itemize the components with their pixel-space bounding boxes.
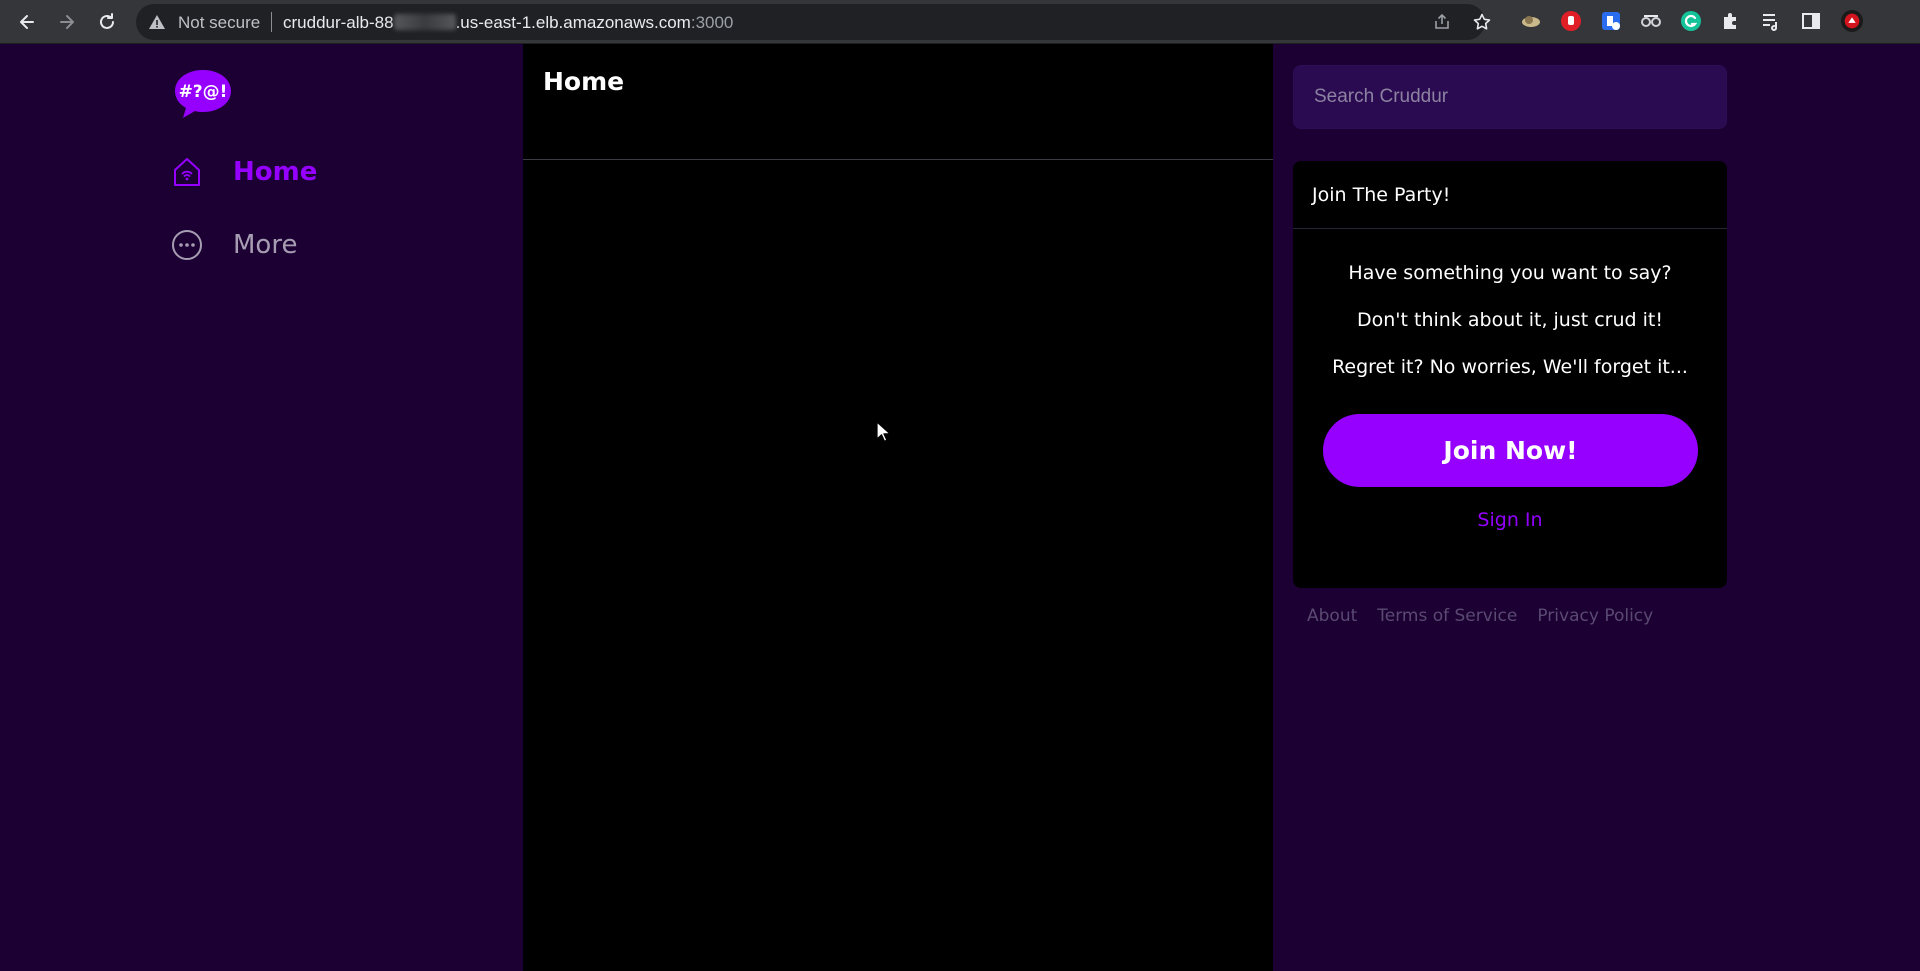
search-input[interactable] xyxy=(1293,65,1727,129)
forward-button[interactable] xyxy=(53,8,81,36)
extensions-button[interactable] xyxy=(1720,10,1742,32)
grammarly-icon xyxy=(1681,11,1701,31)
cruddur-app: #?@! Home More Home Search Cruddur Join … xyxy=(0,44,1920,971)
nav-item-home[interactable]: Home xyxy=(170,150,317,194)
extension-icon-3[interactable] xyxy=(1600,10,1622,32)
nav-home-label: Home xyxy=(233,157,318,187)
address-bar[interactable]: Not secure cruddur-alb-88 .us-east-1.elb.… xyxy=(136,4,1491,40)
cruddur-logo[interactable]: #?@! xyxy=(172,68,234,120)
security-label[interactable]: Not secure xyxy=(178,13,260,33)
extension-icon-1[interactable] xyxy=(1520,10,1542,32)
reading-list-button[interactable] xyxy=(1760,10,1782,32)
glasses-extension-icon xyxy=(1641,15,1661,27)
profile-button[interactable] xyxy=(1841,10,1863,32)
logo-text: #?@! xyxy=(179,82,228,102)
address-separator xyxy=(271,12,272,32)
join-card: Join The Party! Have something you want … xyxy=(1293,161,1727,588)
sign-in-link[interactable]: Sign In xyxy=(1293,509,1727,531)
join-text-line-3: Regret it? No worries, We'll forget it..… xyxy=(1332,356,1688,378)
right-sidebar: Join The Party! Have something you want … xyxy=(1273,44,1920,971)
join-text-line-2: Don't think about it, just crud it! xyxy=(1357,309,1663,331)
footer-terms-link[interactable]: Terms of Service xyxy=(1377,606,1517,626)
snail-extension-icon xyxy=(1522,16,1540,27)
feed-header: Home xyxy=(523,44,1273,160)
browser-toolbar: Not secure cruddur-alb-88 .us-east-1.elb.… xyxy=(0,0,1920,44)
reload-button[interactable] xyxy=(93,8,121,36)
url-text[interactable]: cruddur-alb-88 .us-east-1.elb.amazonaws.c… xyxy=(283,13,733,33)
join-card-title: Join The Party! xyxy=(1293,161,1727,229)
nav-more-label: More xyxy=(233,230,298,260)
back-icon xyxy=(20,15,34,29)
join-text-line-1: Have something you want to say? xyxy=(1348,262,1672,284)
side-panel-icon xyxy=(1802,13,1820,29)
reading-list-icon xyxy=(1763,14,1778,31)
shield-extension-icon xyxy=(1602,12,1620,30)
url-host-end: .us-east-1.elb.amazonaws.com xyxy=(455,13,691,32)
more-dots-icon xyxy=(172,230,202,260)
share-icon[interactable] xyxy=(1432,12,1452,32)
url-host-start: cruddur-alb-88 xyxy=(283,13,394,32)
back-button[interactable] xyxy=(13,8,41,36)
extension-icon-4[interactable] xyxy=(1640,10,1662,32)
footer-about-link[interactable]: About xyxy=(1307,606,1357,626)
redacted-url-segment xyxy=(393,14,456,30)
left-sidebar: #?@! Home More xyxy=(0,44,523,971)
home-icon xyxy=(174,158,200,186)
extensions-puzzle-icon xyxy=(1724,13,1736,29)
main-feed: Home xyxy=(523,44,1273,971)
footer-links: About Terms of Service Privacy Policy xyxy=(1307,606,1673,626)
footer-privacy-link[interactable]: Privacy Policy xyxy=(1537,606,1653,626)
forward-icon xyxy=(60,15,74,29)
mouse-cursor-icon xyxy=(876,421,891,442)
nav-item-more[interactable]: More xyxy=(170,223,297,267)
bookmark-star-icon[interactable] xyxy=(1472,12,1492,32)
extension-icon-5[interactable] xyxy=(1680,10,1702,32)
reload-icon xyxy=(100,13,114,29)
join-now-button[interactable]: Join Now! xyxy=(1323,414,1698,487)
hand-stop-extension-icon xyxy=(1561,11,1581,31)
side-panel-button[interactable] xyxy=(1800,10,1822,32)
url-port: :3000 xyxy=(690,13,734,32)
extension-icon-2[interactable] xyxy=(1560,10,1582,32)
profile-avatar-icon xyxy=(1841,10,1863,32)
warning-icon xyxy=(149,15,165,29)
page-title: Home xyxy=(543,67,625,96)
